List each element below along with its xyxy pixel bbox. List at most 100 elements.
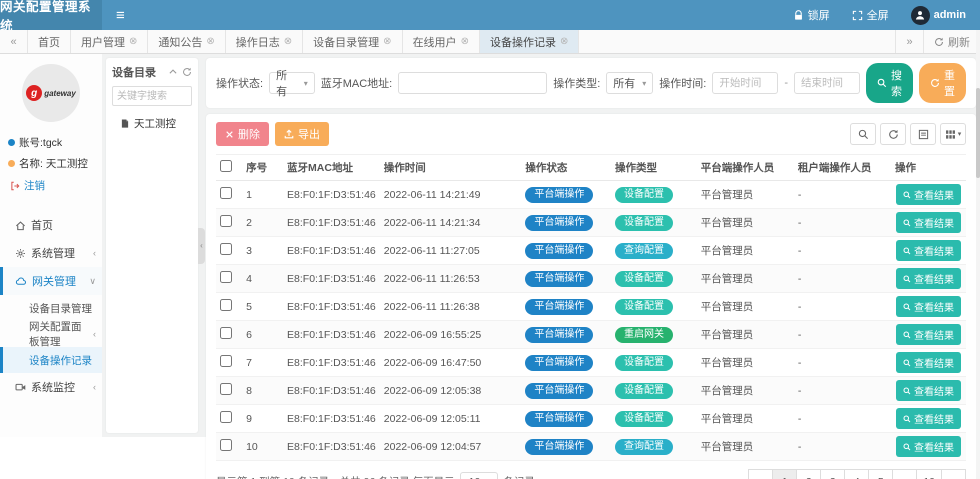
card-view-icon[interactable]	[910, 123, 936, 145]
start-time-input[interactable]	[712, 72, 778, 94]
status-filter-label: 操作状态:	[216, 75, 263, 91]
end-time-input[interactable]	[794, 72, 860, 94]
column-header[interactable]: 操作状态	[521, 155, 611, 181]
row-checkbox[interactable]	[220, 327, 232, 339]
profile-logo[interactable]: g gateway	[22, 64, 80, 122]
column-header[interactable]: 租户端操作人员	[794, 155, 891, 181]
tab[interactable]: 在线用户 ⊗	[403, 30, 480, 53]
tab-close-icon[interactable]: ⊗	[284, 36, 292, 47]
cell-status: 平台端操作	[521, 265, 611, 293]
table-search-icon[interactable]	[850, 123, 876, 145]
column-header[interactable]: 操作时间	[380, 155, 522, 181]
search-button[interactable]: 搜索	[866, 63, 913, 103]
column-header[interactable]: 操作	[891, 155, 966, 181]
logout-button[interactable]: 注销	[0, 174, 102, 197]
view-result-button[interactable]: 查看结果	[896, 408, 961, 429]
monitor-icon	[15, 382, 26, 393]
row-checkbox[interactable]	[220, 299, 232, 311]
table-refresh-icon[interactable]	[880, 123, 906, 145]
sidebar-item-gateway-panel[interactable]: 网关配置面板管理 ‹	[0, 321, 102, 347]
tab-refresh-button[interactable]: 刷新	[923, 30, 980, 53]
row-checkbox[interactable]	[220, 243, 232, 255]
row-checkbox[interactable]	[220, 439, 232, 451]
collapse-up-icon[interactable]	[168, 67, 178, 77]
row-checkbox[interactable]	[220, 215, 232, 227]
tab[interactable]: 设备操作记录 ⊗	[480, 30, 579, 53]
page-button[interactable]: 4	[844, 469, 869, 479]
row-checkbox[interactable]	[220, 271, 232, 283]
lock-screen-button[interactable]: 锁屏	[793, 7, 830, 23]
tab-close-icon[interactable]: ⊗	[461, 36, 469, 47]
cell-no: 1	[242, 181, 283, 209]
type-filter-select[interactable]: 所有 ▾	[606, 72, 653, 94]
sidebar-item-device-operation-log[interactable]: 设备操作记录	[0, 347, 102, 373]
sidebar-item-device-directory[interactable]: 设备目录管理	[0, 295, 102, 321]
tab[interactable]: 用户管理 ⊗	[71, 30, 148, 53]
page-button[interactable]: 3	[820, 469, 845, 479]
sidebar-item-label: 首页	[31, 217, 53, 233]
tab[interactable]: 操作日志 ⊗	[226, 30, 303, 53]
column-header[interactable]: 平台端操作人员	[697, 155, 794, 181]
tabs-scroll-left-icon[interactable]: «	[0, 30, 28, 53]
select-all-checkbox[interactable]	[220, 160, 232, 172]
cell-no: 9	[242, 405, 283, 433]
export-button[interactable]: 导出	[275, 122, 329, 146]
view-result-button[interactable]: 查看结果	[896, 436, 961, 457]
view-result-button[interactable]: 查看结果	[896, 352, 961, 373]
column-header[interactable]: 蓝牙MAC地址	[283, 155, 380, 181]
scrollbar-thumb[interactable]	[976, 88, 980, 178]
row-checkbox[interactable]	[220, 411, 232, 423]
cell-no: 7	[242, 349, 283, 377]
view-result-button[interactable]: 查看结果	[896, 324, 961, 345]
tab-close-icon[interactable]: ⊗	[383, 36, 391, 47]
page-button[interactable]: ›	[941, 469, 966, 479]
view-result-button[interactable]: 查看结果	[896, 380, 961, 401]
tab[interactable]: 设备目录管理 ⊗	[303, 30, 402, 53]
fullscreen-button[interactable]: 全屏	[852, 7, 889, 23]
reset-button[interactable]: 重置	[919, 63, 966, 103]
sidebar-item-home[interactable]: 首页	[0, 211, 102, 239]
cell-mac: E8:F0:1F:D3:51:46	[283, 181, 380, 209]
user-menu[interactable]: admin	[911, 6, 966, 25]
view-result-button[interactable]: 查看结果	[896, 240, 961, 261]
sidebar-item-gateway[interactable]: 网关管理 ∨	[0, 267, 102, 295]
panel-collapse-handle[interactable]: ‹	[198, 228, 205, 264]
tab-close-icon[interactable]: ⊗	[206, 36, 214, 47]
column-header[interactable]: 序号	[242, 155, 283, 181]
page-button[interactable]: ...	[892, 469, 917, 479]
tree-refresh-icon[interactable]	[182, 67, 192, 77]
page-button[interactable]: 10	[916, 469, 942, 479]
page-button[interactable]: 1	[772, 469, 797, 479]
sidebar-item-system[interactable]: 系统管理 ‹	[0, 239, 102, 267]
status-filter-select[interactable]: 所有 ▾	[269, 72, 315, 94]
tab-close-icon[interactable]: ⊗	[560, 36, 568, 47]
tabs-scroll-right-icon[interactable]: »	[895, 30, 923, 53]
column-header[interactable]: 操作类型	[611, 155, 697, 181]
cell-tenant-user: -	[794, 293, 891, 321]
view-result-button[interactable]: 查看结果	[896, 296, 961, 317]
tab[interactable]: 首页	[28, 30, 71, 53]
delete-button[interactable]: 删除	[216, 122, 269, 146]
sidebar-toggle-icon[interactable]: ≡	[102, 7, 139, 24]
page-button[interactable]: 2	[796, 469, 821, 479]
mac-filter-input[interactable]	[398, 72, 547, 94]
tab[interactable]: 通知公告 ⊗	[148, 30, 225, 53]
sidebar-item-monitor[interactable]: 系统监控 ‹	[0, 373, 102, 401]
view-result-button[interactable]: 查看结果	[896, 268, 961, 289]
columns-icon[interactable]: ▾	[940, 123, 966, 145]
page-button[interactable]: 5	[868, 469, 893, 479]
row-checkbox[interactable]	[220, 187, 232, 199]
status-badge: 平台端操作	[525, 355, 593, 371]
view-result-button[interactable]: 查看结果	[896, 212, 961, 233]
type-badge: 查询配置	[615, 439, 673, 455]
page-button[interactable]: ‹	[748, 469, 773, 479]
tab-close-icon[interactable]: ⊗	[129, 36, 137, 47]
page-size-select[interactable]: 10 ▴	[460, 472, 499, 479]
tree-node-tgck[interactable]: 天工测控	[112, 116, 192, 131]
view-result-button[interactable]: 查看结果	[896, 184, 961, 205]
row-checkbox[interactable]	[220, 355, 232, 367]
cell-time: 2022-06-11 11:26:38	[380, 293, 522, 321]
row-checkbox[interactable]	[220, 383, 232, 395]
page-scrollbar[interactable]	[976, 30, 980, 479]
tree-search-input[interactable]	[112, 86, 192, 106]
